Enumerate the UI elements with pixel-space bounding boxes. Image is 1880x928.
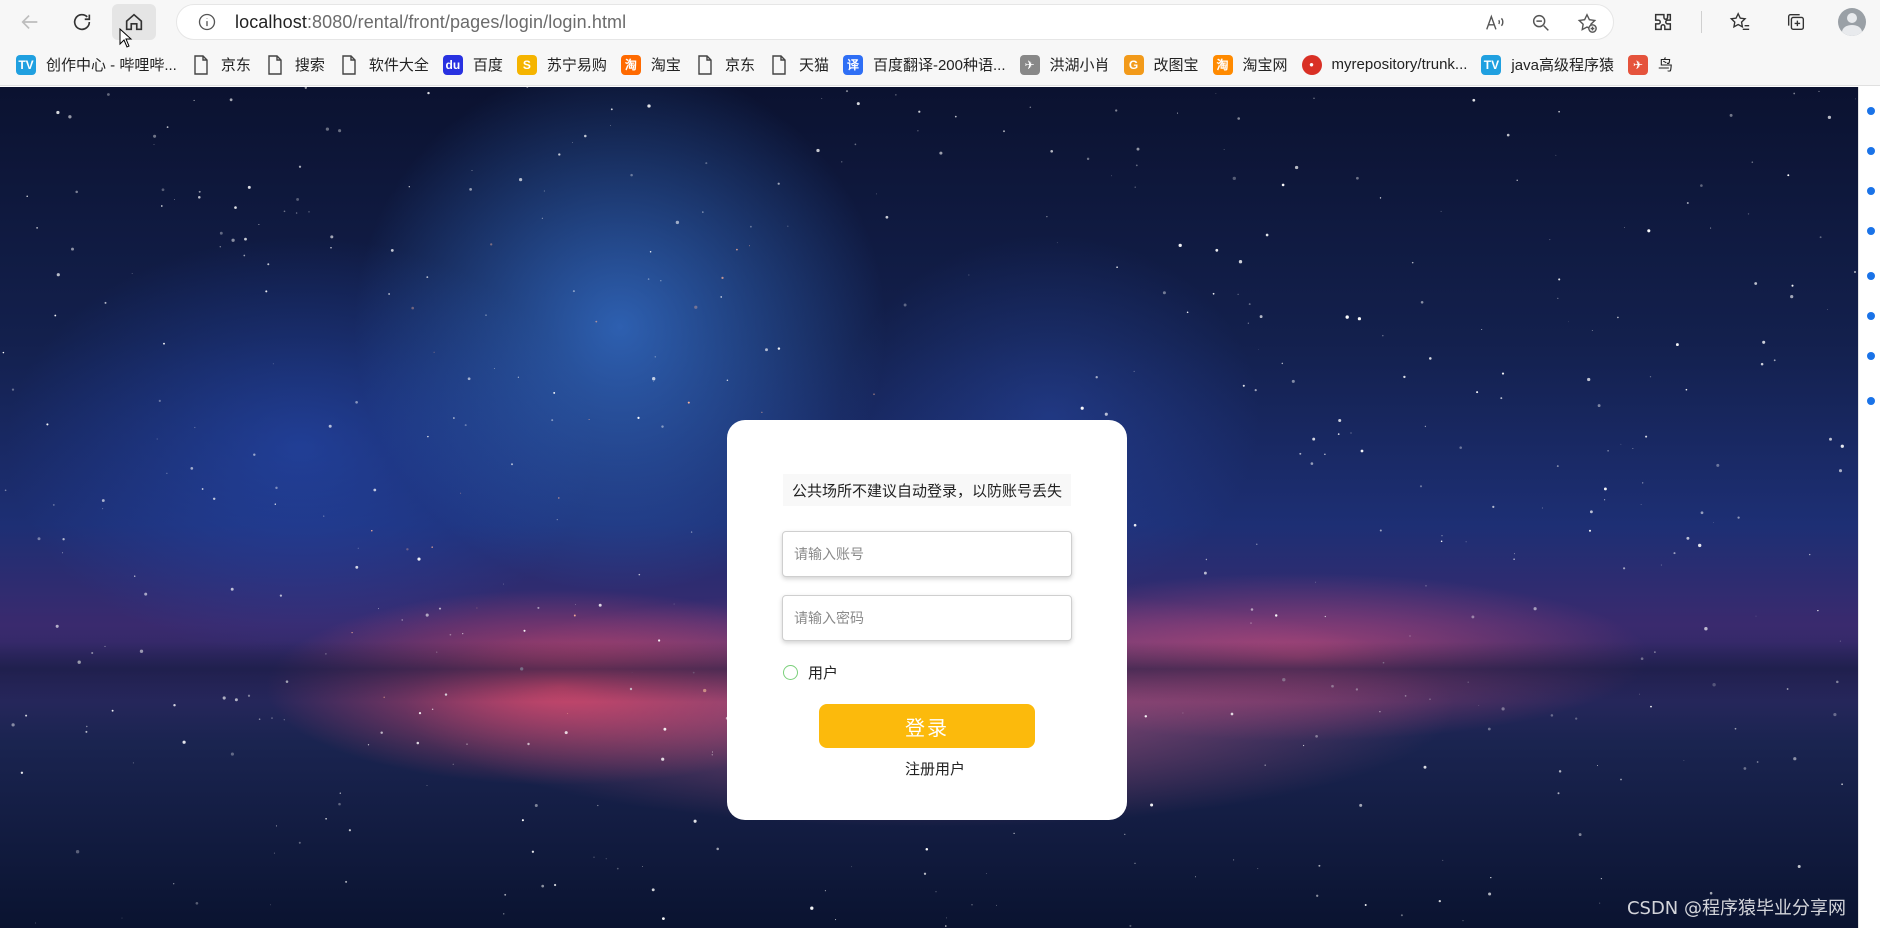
- info-icon[interactable]: [197, 12, 217, 32]
- sidebar-dot-icon[interactable]: [1867, 312, 1875, 320]
- page-icon: [769, 54, 789, 75]
- bookmark-item[interactable]: S 苏宁易购: [513, 50, 617, 80]
- add-favorite-icon[interactable]: [1575, 11, 1599, 35]
- user-radio-label: 用户: [808, 665, 839, 682]
- sidebar-dot-icon[interactable]: [1867, 147, 1875, 155]
- bookmark-label: 搜索: [294, 57, 325, 74]
- refresh-button[interactable]: [60, 4, 104, 40]
- edge-sidebar: [1858, 87, 1880, 928]
- favorites-icon[interactable]: [1722, 4, 1758, 40]
- baidu-icon: du: [442, 54, 463, 75]
- bookmarks-bar: TV 创作中心 - 哔哩哔... 京东 搜索 软件大全 du 百度 S 苏宁易购淘淘宝 京东 天猫译…: [0, 44, 1880, 86]
- bookmark-item[interactable]: du 百度: [439, 50, 513, 80]
- bookmark-item[interactable]: TV java高级程序猿: [1477, 50, 1624, 80]
- bookmark-label: 鸟: [1657, 57, 1673, 74]
- user-role-option[interactable]: 用户: [783, 662, 838, 683]
- read-aloud-icon[interactable]: [1483, 11, 1507, 35]
- page-background: 公共场所不建议自动登录，以防账号丢失 用户 登录 注册用户 CSDN @程序猿毕…: [0, 87, 1858, 928]
- refresh-icon: [73, 13, 91, 31]
- bookmark-item[interactable]: 京东: [187, 50, 261, 80]
- sidebar-dot-icon[interactable]: [1867, 187, 1875, 195]
- account-input[interactable]: [782, 531, 1072, 577]
- bookmark-label: 淘宝网: [1242, 57, 1288, 74]
- sidebar-dot-icon[interactable]: [1867, 272, 1875, 280]
- bookmark-label: 百度翻译-200种语...: [872, 57, 1006, 74]
- bookmark-item[interactable]: 搜索: [261, 50, 335, 80]
- extensions-icon[interactable]: [1645, 4, 1681, 40]
- translate-icon: 译: [842, 54, 863, 75]
- bookmark-item[interactable]: 天猫: [765, 50, 839, 80]
- collections-icon[interactable]: [1778, 4, 1814, 40]
- mouse-cursor-icon: [119, 28, 133, 48]
- login-button[interactable]: 登录: [819, 704, 1035, 748]
- bookmark-item[interactable]: TV 创作中心 - 哔哩哔...: [12, 50, 187, 80]
- bilibili-icon: TV: [16, 54, 36, 75]
- watermark: CSDN @程序猿毕业分享网: [1626, 898, 1846, 919]
- page-icon: [695, 54, 715, 75]
- bookmark-label: 苏宁易购: [546, 57, 607, 74]
- bookmark-item[interactable]: G 改图宝: [1120, 50, 1209, 80]
- bilibili-icon: TV: [1481, 54, 1502, 75]
- address-bar[interactable]: localhost:8080/rental/front/pages/login/…: [176, 4, 1614, 40]
- taobao-icon: 淘: [620, 54, 641, 75]
- bird-icon: ✈: [1019, 54, 1040, 75]
- bird-icon: ✈: [1627, 54, 1648, 75]
- back-button[interactable]: [8, 4, 52, 40]
- bookmark-label: java高级程序猿: [1511, 57, 1614, 74]
- bookmark-label: 软件大全: [368, 57, 429, 74]
- chrome-icon: ●: [1301, 54, 1322, 75]
- bookmark-item[interactable]: 译百度翻译-200种语...: [839, 50, 1016, 80]
- bookmark-label: 京东: [220, 57, 251, 74]
- sidebar-dot-icon[interactable]: [1867, 397, 1875, 405]
- bookmark-item[interactable]: ✈ 洪湖小肖: [1016, 50, 1120, 80]
- page-icon: [191, 54, 211, 75]
- page-icon: [339, 54, 359, 75]
- taobao-icon: 淘: [1212, 54, 1233, 75]
- user-radio[interactable]: [783, 665, 798, 680]
- bookmark-label: 改图宝: [1153, 57, 1199, 74]
- url-text[interactable]: localhost:8080/rental/front/pages/login/…: [235, 12, 626, 33]
- password-input[interactable]: [782, 595, 1072, 641]
- sidebar-dot-icon[interactable]: [1867, 227, 1875, 235]
- login-card: 公共场所不建议自动登录，以防账号丢失 用户 登录 注册用户: [727, 420, 1127, 820]
- arrow-left-icon: [21, 14, 38, 30]
- sidebar-dot-icon[interactable]: [1867, 352, 1875, 360]
- bookmark-label: 京东: [724, 57, 755, 74]
- suning-icon: S: [516, 54, 537, 75]
- bookmark-label: myrepository/trunk...: [1331, 56, 1468, 73]
- page-icon: [265, 54, 285, 75]
- profile-button[interactable]: [1834, 4, 1870, 40]
- avatar: [1838, 8, 1866, 36]
- auto-login-notice: 公共场所不建议自动登录，以防账号丢失: [783, 474, 1071, 506]
- bookmark-item[interactable]: 淘淘宝网: [1209, 50, 1298, 80]
- bookmark-item[interactable]: ● myrepository/trunk...: [1298, 50, 1478, 80]
- gaitubao-icon: G: [1123, 54, 1144, 75]
- bookmark-item[interactable]: 淘淘宝: [617, 50, 691, 80]
- bookmark-label: 百度: [472, 57, 503, 74]
- bookmark-label: 天猫: [798, 57, 829, 74]
- zoom-out-icon[interactable]: [1529, 11, 1553, 35]
- bookmark-label: 淘宝: [650, 57, 681, 74]
- bookmark-label: 洪湖小肖: [1049, 57, 1110, 74]
- register-link[interactable]: 注册用户: [727, 758, 1143, 779]
- bookmark-item[interactable]: ✈ 鸟: [1624, 50, 1683, 80]
- bookmark-item[interactable]: 软件大全: [335, 50, 439, 80]
- sidebar-dot-icon[interactable]: [1867, 107, 1875, 115]
- bookmark-label: 创作中心 - 哔哩哔...: [46, 57, 177, 74]
- bookmark-item[interactable]: 京东: [691, 50, 765, 80]
- toolbar-divider: [1701, 11, 1702, 33]
- browser-toolbar: localhost:8080/rental/front/pages/login/…: [0, 0, 1880, 44]
